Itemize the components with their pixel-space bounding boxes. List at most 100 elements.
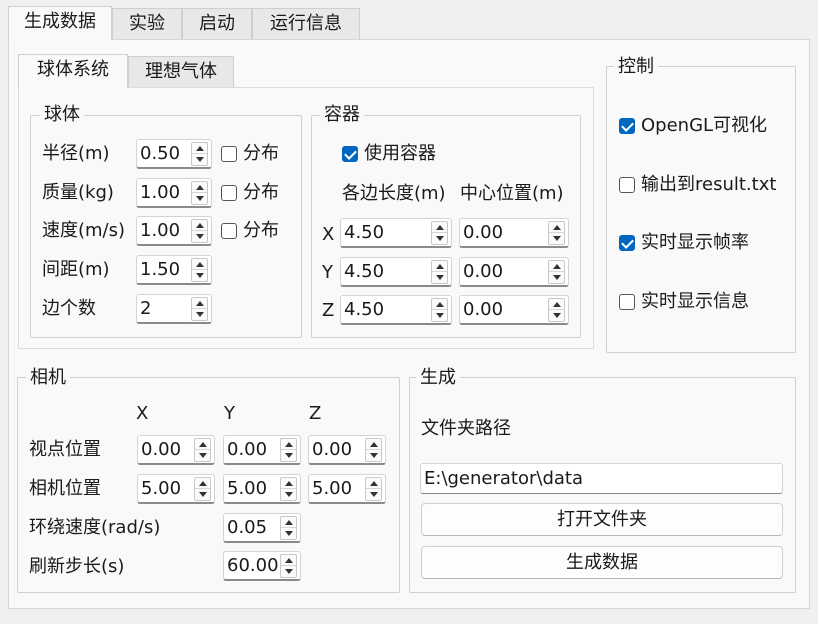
spin-down-icon[interactable] — [549, 310, 564, 321]
spin-up-icon[interactable] — [432, 222, 447, 233]
orbit-speed-value: 0.05 — [227, 517, 268, 538]
spin-down-icon[interactable] — [366, 489, 381, 500]
spin-up-icon[interactable] — [366, 439, 381, 450]
spin-arrows — [191, 219, 208, 243]
camera-position-x-value: 5.00 — [141, 478, 182, 499]
velocity-label: 速度(m/s) — [42, 220, 126, 241]
spin-up-icon[interactable] — [281, 555, 296, 566]
open-folder-button-label: 打开文件夹 — [557, 509, 647, 530]
edge-count-value: 2 — [140, 298, 152, 319]
container-x-length-spinbox[interactable]: 4.50 — [340, 218, 452, 248]
refresh-step-spinbox[interactable]: 60.00 — [223, 551, 301, 581]
spin-up-icon[interactable] — [195, 478, 210, 489]
viewpoint-y-spinbox[interactable]: 0.00 — [223, 435, 301, 465]
spin-up-icon[interactable] — [195, 439, 210, 450]
radius-distribution-checkbox[interactable] — [221, 146, 237, 162]
spin-arrows — [191, 142, 208, 166]
orbit-speed-spinbox[interactable]: 0.05 — [223, 513, 301, 543]
container-y-label: Y — [322, 262, 333, 283]
output-result-checkbox[interactable] — [619, 177, 635, 193]
spin-up-icon[interactable] — [432, 261, 447, 272]
subtab-ball-system[interactable]: 球体系统 — [18, 54, 128, 88]
folder-path-input[interactable] — [421, 464, 782, 493]
viewpoint-z-spinbox[interactable]: 0.00 — [308, 435, 386, 465]
generate-data-button-label: 生成数据 — [566, 552, 638, 573]
camera-position-z-spinbox[interactable]: 5.00 — [308, 474, 386, 504]
spin-up-icon[interactable] — [281, 439, 296, 450]
tab-launch[interactable]: 启动 — [182, 8, 252, 40]
spin-up-icon[interactable] — [549, 299, 564, 310]
container-x-center-spinbox[interactable]: 0.00 — [459, 218, 569, 248]
spin-up-icon[interactable] — [192, 298, 207, 309]
spin-up-icon[interactable] — [432, 299, 447, 310]
camera-group-title: 相机 — [26, 367, 70, 389]
spin-arrows — [191, 297, 208, 321]
spin-arrows — [365, 438, 382, 462]
camera-col-x: X — [136, 403, 149, 424]
mass-spinbox[interactable]: 1.00 — [136, 178, 212, 208]
spin-down-icon[interactable] — [192, 193, 207, 204]
radius-spinbox[interactable]: 0.50 — [136, 139, 212, 169]
spacing-spinbox[interactable]: 1.50 — [136, 255, 212, 285]
spin-down-icon[interactable] — [192, 309, 207, 320]
spin-down-icon[interactable] — [192, 270, 207, 281]
spin-up-icon[interactable] — [192, 143, 207, 154]
spin-up-icon[interactable] — [549, 261, 564, 272]
spin-arrows — [548, 298, 565, 322]
opengl-checkbox[interactable] — [619, 118, 635, 134]
show-fps-checkbox[interactable] — [619, 235, 635, 251]
spin-up-icon[interactable] — [281, 517, 296, 528]
spin-down-icon[interactable] — [366, 450, 381, 461]
radius-distribution-label: 分布 — [243, 143, 279, 164]
show-fps-label: 实时显示帧率 — [641, 232, 749, 253]
show-info-checkbox[interactable] — [619, 294, 635, 310]
container-z-length-spinbox[interactable]: 4.50 — [340, 295, 452, 325]
spin-up-icon[interactable] — [281, 478, 296, 489]
tab-experiment[interactable]: 实验 — [112, 8, 182, 40]
spin-down-icon[interactable] — [192, 154, 207, 165]
spin-down-icon[interactable] — [281, 489, 296, 500]
spin-down-icon[interactable] — [432, 233, 447, 244]
folder-path-field[interactable] — [420, 463, 783, 494]
velocity-distribution-checkbox[interactable] — [221, 223, 237, 239]
spin-up-icon[interactable] — [192, 220, 207, 231]
mass-distribution-label: 分布 — [243, 182, 279, 203]
container-y-center-value: 0.00 — [463, 261, 504, 282]
tab-run-info[interactable]: 运行信息 — [252, 8, 360, 40]
spin-down-icon[interactable] — [281, 566, 296, 577]
output-result-label: 输出到result.txt — [641, 174, 777, 195]
spin-down-icon[interactable] — [195, 489, 210, 500]
spin-up-icon[interactable] — [549, 222, 564, 233]
viewpoint-x-spinbox[interactable]: 0.00 — [137, 435, 215, 465]
container-x-center-value: 0.00 — [463, 222, 504, 243]
spin-up-icon[interactable] — [192, 259, 207, 270]
subtab-ideal-gas[interactable]: 理想气体 — [128, 56, 234, 88]
camera-position-y-spinbox[interactable]: 5.00 — [223, 474, 301, 504]
spin-up-icon[interactable] — [192, 182, 207, 193]
viewpoint-y-value: 0.00 — [227, 439, 268, 460]
camera-position-x-spinbox[interactable]: 5.00 — [137, 474, 215, 504]
mass-distribution-checkbox[interactable] — [221, 185, 237, 201]
spin-down-icon[interactable] — [549, 233, 564, 244]
velocity-spinbox[interactable]: 1.00 — [136, 216, 212, 246]
container-y-center-spinbox[interactable]: 0.00 — [459, 257, 569, 287]
spin-down-icon[interactable] — [549, 272, 564, 283]
container-z-center-spinbox[interactable]: 0.00 — [459, 295, 569, 325]
edge-count-spinbox[interactable]: 2 — [136, 294, 212, 324]
open-folder-button[interactable]: 打开文件夹 — [421, 503, 783, 536]
spin-arrows — [280, 438, 297, 462]
generate-data-button[interactable]: 生成数据 — [421, 546, 783, 579]
spin-down-icon[interactable] — [195, 450, 210, 461]
spin-down-icon[interactable] — [192, 231, 207, 242]
spin-down-icon[interactable] — [281, 528, 296, 539]
spin-down-icon[interactable] — [432, 310, 447, 321]
spin-down-icon[interactable] — [432, 272, 447, 283]
tab-generate-data[interactable]: 生成数据 — [8, 6, 112, 40]
spin-up-icon[interactable] — [366, 478, 381, 489]
spin-arrows — [365, 477, 382, 501]
spin-arrows — [431, 221, 448, 245]
use-container-checkbox[interactable] — [342, 146, 358, 162]
spin-down-icon[interactable] — [281, 450, 296, 461]
container-y-length-spinbox[interactable]: 4.50 — [340, 257, 452, 287]
spin-arrows — [548, 260, 565, 284]
